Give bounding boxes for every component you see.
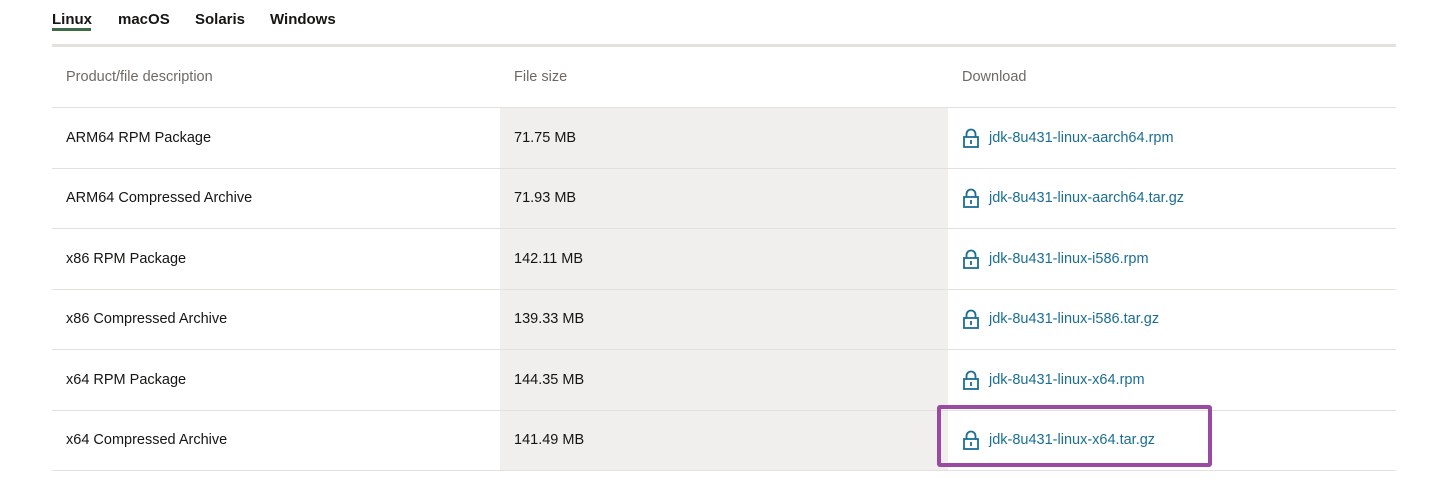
download-cell: jdk-8u431-linux-i586.rpm	[962, 229, 1149, 289]
column-header-description: Product/file description	[66, 69, 213, 85]
file-size: 71.75 MB	[514, 129, 577, 146]
download-cell: jdk-8u431-linux-i586.tar.gz	[962, 290, 1159, 350]
table-row: x86 RPM Package 142.11 MB jdk-8u431-linu…	[52, 229, 1396, 290]
table-row: x64 Compressed Archive 141.49 MB jdk-8u4…	[52, 411, 1396, 471]
lock-icon	[963, 249, 979, 269]
download-cell: jdk-8u431-linux-x64.tar.gz	[962, 411, 1155, 471]
file-description: ARM64 Compressed Archive	[66, 190, 253, 207]
file-size: 141.49 MB	[514, 432, 585, 449]
table-row: x64 RPM Package 144.35 MB jdk-8u431-linu…	[52, 350, 1396, 411]
download-filename: jdk-8u431-linux-x64.rpm	[989, 371, 1145, 388]
lock-icon	[963, 188, 979, 209]
lock-icon	[963, 128, 979, 148]
download-cell: jdk-8u431-linux-x64.rpm	[962, 350, 1145, 410]
tab-label: macOS	[118, 11, 170, 28]
file-description: x86 RPM Package	[66, 250, 187, 267]
download-filename: jdk-8u431-linux-i586.rpm	[989, 250, 1149, 267]
download-link[interactable]: jdk-8u431-linux-i586.rpm	[962, 249, 1149, 269]
file-size: 71.93 MB	[514, 190, 577, 207]
active-tab-indicator	[52, 28, 91, 31]
file-size: 139.33 MB	[514, 311, 585, 328]
file-size: 144.35 MB	[514, 371, 585, 388]
tab-windows[interactable]: Windows	[270, 11, 336, 28]
file-description: x64 RPM Package	[66, 371, 187, 388]
tab-linux[interactable]: Linux	[52, 11, 92, 31]
lock-icon	[963, 370, 979, 390]
download-filename: jdk-8u431-linux-aarch64.rpm	[989, 129, 1174, 146]
download-filename: jdk-8u431-linux-i586.tar.gz	[989, 311, 1160, 328]
tab-label: Windows	[270, 11, 336, 28]
download-cell: jdk-8u431-linux-aarch64.rpm	[962, 108, 1174, 168]
tab-macos[interactable]: macOS	[118, 11, 170, 28]
file-description: x86 Compressed Archive	[66, 311, 228, 328]
download-panel: Linux macOS Solaris Windows Product/file…	[0, 0, 1441, 495]
column-header-download: Download	[962, 69, 1027, 85]
download-cell: jdk-8u431-linux-aarch64.tar.gz	[962, 169, 1184, 229]
table-row: ARM64 Compressed Archive 71.93 MB jdk-8u…	[52, 169, 1396, 229]
download-filename: jdk-8u431-linux-aarch64.tar.gz	[989, 190, 1185, 207]
table-header-row: Product/file description File size Downl…	[52, 47, 1396, 108]
table-row: x86 Compressed Archive 139.33 MB jdk-8u4…	[52, 290, 1396, 350]
column-header-file-size: File size	[514, 69, 568, 85]
tab-label: Linux	[52, 11, 92, 28]
download-link[interactable]: jdk-8u431-linux-x64.rpm	[962, 370, 1145, 390]
tab-solaris[interactable]: Solaris	[195, 11, 245, 28]
table-row: ARM64 RPM Package 71.75 MB jdk-8u431-lin…	[52, 108, 1396, 169]
downloads-table: Product/file description File size Downl…	[52, 47, 1396, 471]
download-link[interactable]: jdk-8u431-linux-aarch64.tar.gz	[962, 188, 1185, 209]
file-size: 142.11 MB	[514, 250, 584, 267]
file-description: ARM64 RPM Package	[66, 129, 212, 146]
download-link[interactable]: jdk-8u431-linux-aarch64.rpm	[962, 128, 1174, 148]
download-link[interactable]: jdk-8u431-linux-i586.tar.gz	[962, 309, 1160, 330]
os-tabs: Linux macOS Solaris Windows	[52, 0, 1396, 47]
download-link[interactable]: jdk-8u431-linux-x64.tar.gz	[962, 430, 1156, 451]
lock-icon	[963, 430, 979, 451]
file-description: x64 Compressed Archive	[66, 432, 228, 449]
lock-icon	[963, 309, 979, 330]
download-filename: jdk-8u431-linux-x64.tar.gz	[989, 432, 1156, 449]
tab-label: Solaris	[195, 11, 246, 28]
